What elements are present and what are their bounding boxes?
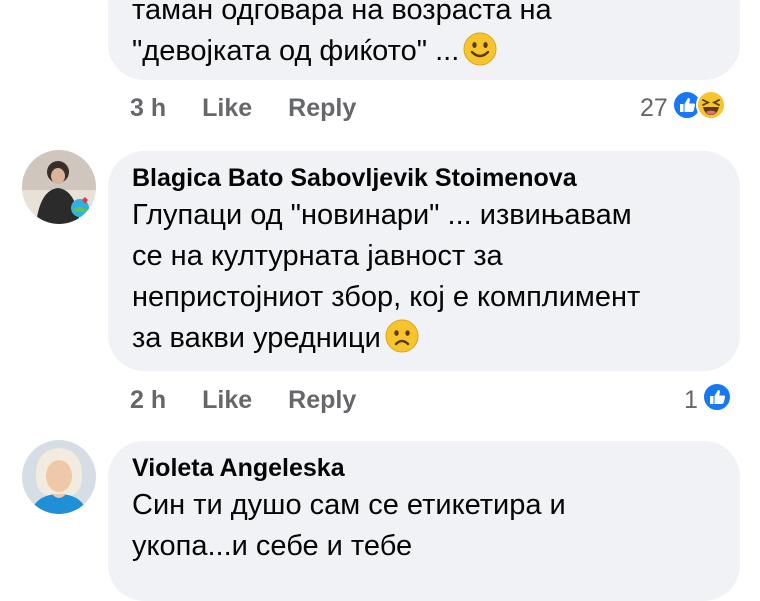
avatar[interactable] xyxy=(22,150,96,224)
haha-icon xyxy=(695,90,726,127)
comment-text: Син ти душо сам се етикетира и укопа...и… xyxy=(132,485,716,567)
reaction-summary[interactable]: 27 xyxy=(640,90,726,127)
comment-text-line: таман одговара на возраста на xyxy=(132,0,552,26)
frowning-face-icon xyxy=(385,319,419,365)
comment-text-line: непристојниот збор, кој е комплимент xyxy=(132,281,641,313)
reaction-count: 1 xyxy=(684,386,698,414)
comment-timestamp[interactable]: 3 h xyxy=(130,94,166,123)
comment-bubble: таман одговара на возраста на "девојката… xyxy=(108,0,740,80)
reaction-summary[interactable]: 1 xyxy=(684,382,732,419)
avatar[interactable] xyxy=(22,440,96,514)
comment-text-line: "девојката од фиќото" ... xyxy=(132,31,716,78)
like-button[interactable]: Like xyxy=(202,386,252,415)
comment-timestamp[interactable]: 2 h xyxy=(130,386,166,415)
comment-text-line: Син ти душо сам се етикетира и xyxy=(132,489,566,521)
comment-actions: 3 h Like Reply xyxy=(130,94,356,123)
comment-bubble: Violeta Angeleska Син ти душо сам се ети… xyxy=(108,441,740,601)
comment-text: Глупаци од "новинари" ... извињавам се н… xyxy=(132,195,716,365)
reply-button[interactable]: Reply xyxy=(288,94,356,123)
like-button[interactable]: Like xyxy=(202,94,252,123)
comment-text-line: за вакви уредници xyxy=(132,318,716,365)
comment-actions: 2 h Like Reply xyxy=(130,386,356,415)
comment-text-line: Глупаци од "новинари" ... извињавам xyxy=(132,199,632,231)
reply-button[interactable]: Reply xyxy=(288,386,356,415)
comment-author[interactable]: Violeta Angeleska xyxy=(132,451,716,485)
reaction-count: 27 xyxy=(640,94,668,122)
comment-text: таман одговара на возраста на "девојката… xyxy=(132,0,716,78)
comment-text-line: се на културната јавност за xyxy=(132,240,503,272)
smiling-face-icon xyxy=(463,32,497,78)
comment-bubble: Blagica Bato Sabovljevik Stoimenova Глуп… xyxy=(108,151,740,371)
like-icon xyxy=(701,382,732,419)
comment-text-line: укопа...и себе и тебе xyxy=(132,530,413,562)
comment-author[interactable]: Blagica Bato Sabovljevik Stoimenova xyxy=(132,161,716,195)
